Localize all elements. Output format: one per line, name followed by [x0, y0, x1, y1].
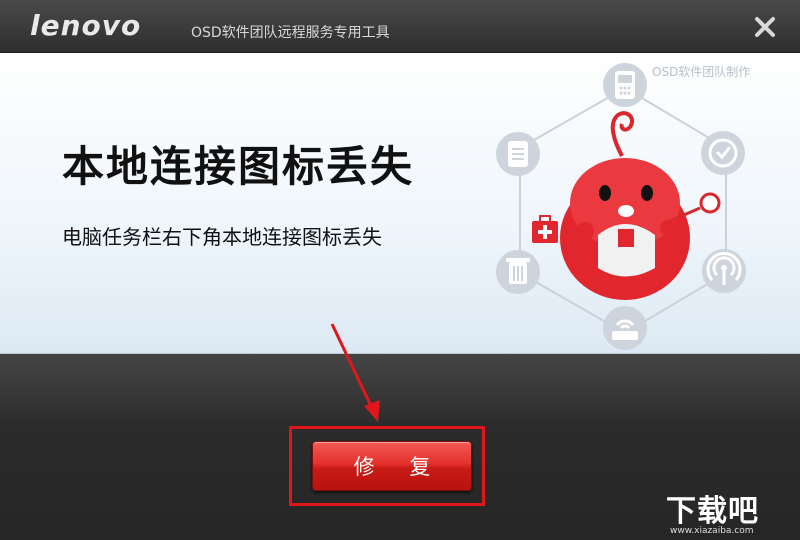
watermark-url: www.xiazaiba.com — [670, 526, 754, 536]
problem-description: 电脑任务栏右下角本地连接图标丢失 — [62, 225, 382, 249]
close-button[interactable] — [752, 14, 778, 40]
network-illustration — [496, 63, 746, 350]
router-icon — [603, 306, 647, 350]
trash-icon — [496, 250, 540, 294]
watermark-brand: 下载吧 — [666, 494, 759, 529]
team-label: OSD软件团队制作 — [652, 65, 751, 79]
phone-icon — [603, 63, 647, 107]
xiazaiba-watermark: 下载吧 www.xiazaiba.com — [664, 486, 800, 540]
window-title: OSD软件团队远程服务专用工具 — [191, 25, 390, 41]
clock-icon — [701, 131, 745, 175]
document-icon — [496, 132, 540, 176]
repair-button[interactable]: 修 复 — [312, 441, 472, 491]
lenovo-logo: lenovo — [30, 9, 142, 42]
pointer-arrow-icon — [330, 323, 380, 422]
close-icon — [755, 17, 775, 37]
info-banner: 本地连接图标丢失 电脑任务栏右下角本地连接图标丢失 OSD软件团队制作 — [0, 53, 800, 354]
first-aid-icon — [532, 215, 558, 243]
page-title: 本地连接图标丢失 — [62, 142, 415, 191]
mascot-icon — [560, 111, 721, 300]
wifi-icon — [702, 249, 746, 293]
title-bar: lenovo OSD软件团队远程服务专用工具 — [0, 0, 800, 53]
